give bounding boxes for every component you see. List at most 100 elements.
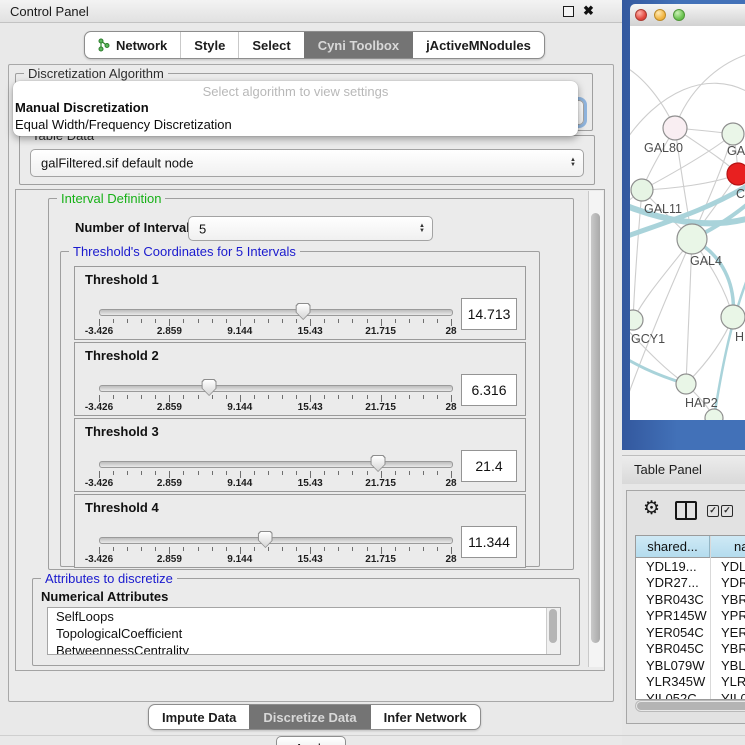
network-node-label: C (736, 187, 745, 201)
columns-icon[interactable] (675, 501, 697, 520)
attribute-item[interactable]: TopologicalCoefficient (48, 625, 560, 642)
tab-infer-network[interactable]: Infer Network (370, 705, 480, 729)
algorithm-option[interactable]: Equal Width/Frequency Discretization (13, 116, 578, 133)
close-icon[interactable]: ✖ (583, 3, 594, 19)
combobox-value: 5 (199, 221, 206, 236)
threshold-slider-track[interactable] (99, 537, 453, 544)
tab-label: Cyni Toolbox (318, 38, 399, 53)
scrollbar-thumb[interactable] (549, 609, 557, 643)
tab-style[interactable]: Style (180, 32, 238, 58)
checkbox-icon[interactable]: ✓ (707, 505, 719, 517)
table-row[interactable]: YDL19...YDL1 (636, 558, 745, 575)
network-node[interactable] (676, 374, 696, 394)
table-horizontal-scrollbar[interactable] (635, 700, 745, 712)
network-node[interactable] (727, 163, 745, 185)
attribute-item[interactable]: BetweennessCentrality (48, 642, 560, 655)
network-node[interactable] (663, 116, 687, 140)
threshold-sliders: Threshold 1-3.4262.8599.14415.4321.71528… (74, 266, 526, 570)
list-scrollbar[interactable] (546, 608, 560, 654)
tab-label: jActiveMNodules (426, 38, 531, 53)
threshold-value-field[interactable]: 6.316 (461, 374, 517, 406)
stepper-icon: ▲▼ (419, 224, 425, 234)
attributes-list: SelfLoopsTopologicalCoefficientBetweenne… (48, 608, 560, 655)
tab-label: Select (252, 38, 290, 53)
table-cell: YBL079W (636, 658, 710, 673)
node-attribute-table[interactable]: shared... na YDL19...YDL1YDR27...YDR2YBR… (635, 535, 745, 700)
table-row[interactable]: YLR345WYLR3 (636, 674, 745, 691)
app-window: Control Panel ✖ Network Style Select Cyni T… (0, 0, 745, 745)
network-node-label: GA (727, 144, 745, 158)
threshold-slider-handle[interactable] (258, 531, 273, 548)
table-cell: YIL052C (636, 691, 710, 700)
table-row[interactable]: YPR145WYPR1 (636, 608, 745, 625)
table-cell: YLR3 (710, 674, 745, 689)
apply-button[interactable]: Apply (276, 736, 346, 745)
float-panel-icon[interactable] (563, 6, 574, 17)
threshold-value-field[interactable]: 14.713 (461, 298, 517, 330)
threshold-slider-track[interactable] (99, 461, 453, 468)
table-row[interactable]: YBR043CYBR0 (636, 591, 745, 608)
panel-title: Control Panel (10, 4, 89, 19)
network-canvas[interactable]: GAL80GACGAL11GAL4GCY1HHAP2 (630, 26, 745, 420)
algorithm-option[interactable]: Manual Discretization (13, 99, 578, 116)
number-of-intervals-label: Number of Intervals (75, 220, 197, 235)
zoom-traffic-light-icon[interactable] (673, 9, 685, 21)
table-row[interactable]: YIL052CYIL0 (636, 690, 745, 700)
table-row[interactable]: YDR27...YDR2 (636, 575, 745, 592)
attribute-item[interactable]: SelfLoops (48, 608, 560, 625)
network-node-label: GAL4 (690, 254, 722, 268)
slider-tick-labels: -3.4262.8599.14415.4321.71528 (99, 554, 451, 566)
threshold-value-field[interactable]: 11.344 (461, 526, 517, 558)
number-of-intervals-combobox[interactable]: 5 ▲▼ (188, 216, 433, 241)
table-row[interactable]: YBL079WYBL0 (636, 657, 745, 674)
column-header[interactable]: shared... (636, 536, 710, 557)
tab-cyni-toolbox[interactable]: Cyni Toolbox (304, 32, 412, 58)
threshold-slider-handle[interactable] (202, 379, 217, 396)
network-icon (98, 38, 110, 52)
table-cell: YIL0 (710, 691, 745, 700)
network-node[interactable] (705, 409, 723, 420)
dropdown-options: Manual DiscretizationEqual Width/Frequen… (13, 99, 578, 133)
table-cell: YLR345W (636, 674, 710, 689)
attributes-listbox[interactable]: SelfLoopsTopologicalCoefficientBetweenne… (47, 607, 561, 655)
threshold-value-field[interactable]: 21.4 (461, 450, 517, 482)
table-cell: YBR0 (710, 641, 745, 656)
close-traffic-light-icon[interactable] (635, 9, 647, 21)
table-cell: YER054C (636, 625, 710, 640)
network-window-titlebar[interactable] (630, 4, 745, 27)
tab-jactivemnodules[interactable]: jActiveMNodules (412, 32, 544, 58)
network-view-window[interactable]: GAL80GACGAL11GAL4GCY1HHAP2 (622, 0, 745, 450)
network-node[interactable] (677, 224, 707, 254)
threshold-label: Threshold 2 (85, 348, 159, 363)
checkbox-icon[interactable]: ✓ (721, 505, 733, 517)
tab-label: Style (194, 38, 225, 53)
table-cell: YDR2 (710, 575, 745, 590)
network-node[interactable] (722, 123, 744, 145)
threshold-slider-handle[interactable] (296, 303, 311, 320)
threshold-slider-track[interactable] (99, 385, 453, 392)
network-node[interactable] (721, 305, 745, 329)
control-panel-tabs: Network Style Select Cyni Toolbox jActiveMNo… (84, 31, 545, 59)
table-row[interactable]: YBR045CYBR0 (636, 641, 745, 658)
column-header[interactable]: na (710, 536, 745, 557)
scrollbar-thumb[interactable] (591, 213, 600, 643)
tab-discretize-data[interactable]: Discretize Data (249, 705, 369, 729)
panel-scrollbar[interactable] (588, 191, 603, 667)
tab-impute-data[interactable]: Impute Data (149, 705, 249, 729)
dropdown-hint: Select algorithm to view settings (13, 84, 578, 99)
scrollbar-thumb[interactable] (637, 702, 745, 710)
network-node[interactable] (631, 179, 653, 201)
tab-select[interactable]: Select (238, 32, 303, 58)
node-table-panel: ⚙ ✓ ✓ shared... na YDL19...YDL1YDR27...Y… (626, 490, 745, 724)
gear-icon[interactable]: ⚙ (643, 499, 660, 518)
table-data-combobox[interactable]: galFiltered.sif default node ▲▼ (30, 149, 584, 177)
network-node-label: GAL80 (644, 141, 683, 155)
network-node[interactable] (630, 310, 643, 330)
table-row[interactable]: YER054CYER0 (636, 624, 745, 641)
threshold-slider-track[interactable] (99, 309, 453, 316)
interval-definition-group: Interval Definition Number of Intervals … (48, 198, 574, 570)
tab-network[interactable]: Network (85, 32, 180, 58)
slider-tick-labels: -3.4262.8599.14415.4321.71528 (99, 478, 451, 490)
threshold-slider-handle[interactable] (371, 455, 386, 472)
minimize-traffic-light-icon[interactable] (654, 9, 666, 21)
